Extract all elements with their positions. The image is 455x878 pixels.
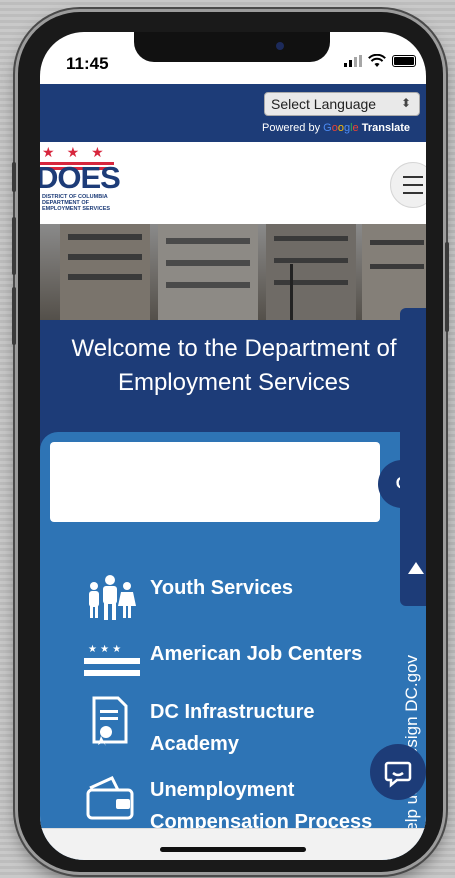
site-header: ★ ★ ★ DOES DISTRICT OF COLUMBIA DEPARTMENT… <box>40 142 426 224</box>
status-icons <box>344 54 416 68</box>
notch <box>134 32 330 62</box>
translate-bar: Select Language ⬍ Powered by Google Tran… <box>40 84 426 142</box>
battery-icon <box>392 55 416 67</box>
logo-subtitle: DISTRICT OF COLUMBIA DEPARTMENT OF EMPLO… <box>42 194 111 212</box>
search-input[interactable] <box>50 442 380 522</box>
google-logo: Google <box>323 122 359 134</box>
hamburger-menu-button[interactable] <box>390 162 426 208</box>
service-label-youth: Youth Services <box>150 577 294 599</box>
hero-title: Welcome to the Department of Employment … <box>71 335 397 396</box>
chat-icon <box>384 761 412 788</box>
chat-button[interactable] <box>370 744 426 800</box>
stars-icon: ★ ★ ★ <box>42 144 104 160</box>
service-item-youth[interactable]: Youth Services <box>84 572 380 622</box>
translate-label: Translate <box>361 122 411 134</box>
svg-text:★ ★ ★: ★ ★ ★ <box>88 644 121 655</box>
volume-up-button <box>12 217 16 275</box>
camera-icon <box>276 42 284 50</box>
home-indicator <box>160 847 306 852</box>
language-select[interactable]: Select Language ⬍ <box>264 92 420 116</box>
hero-building-image <box>40 224 426 320</box>
service-item-job-centers[interactable]: ★ ★ ★ American Job Centers <box>84 638 380 688</box>
powered-by-label: Powered by <box>262 122 321 134</box>
signal-icon <box>344 55 362 67</box>
logo-wordmark: DOES <box>40 160 121 195</box>
service-label-job-centers: American Job Centers <box>150 643 363 665</box>
phone-screen: 11:45 Select Language ⬍ Powered by Googl… <box>40 32 426 860</box>
family-icon <box>84 572 140 622</box>
dc-flag-icon: ★ ★ ★ <box>84 638 140 688</box>
play-arrow-icon <box>408 562 424 574</box>
mute-switch <box>12 162 16 192</box>
status-time: 11:45 <box>66 54 109 73</box>
powered-by-google[interactable]: Powered by Google Translate <box>262 122 410 134</box>
wallet-icon <box>84 774 140 824</box>
browser-bottom-bar <box>40 828 426 860</box>
wifi-icon <box>368 54 386 67</box>
certificate-icon <box>84 696 140 746</box>
power-button <box>445 242 449 332</box>
feedback-tab[interactable]: Help us redesign DC.gov <box>400 308 426 844</box>
service-item-infrastructure[interactable]: DC Infrastructure Academy <box>84 696 380 760</box>
feedback-tab-label: Help us redesign DC.gov <box>402 655 421 844</box>
volume-down-button <box>12 287 16 345</box>
language-select-value: Select Language <box>271 96 377 112</box>
service-label-infrastructure: DC Infrastructure Academy <box>150 701 315 755</box>
chevron-updown-icon: ⬍ <box>400 96 411 110</box>
does-logo[interactable]: ★ ★ ★ DOES DISTRICT OF COLUMBIA DEPARTMENT… <box>40 142 130 220</box>
